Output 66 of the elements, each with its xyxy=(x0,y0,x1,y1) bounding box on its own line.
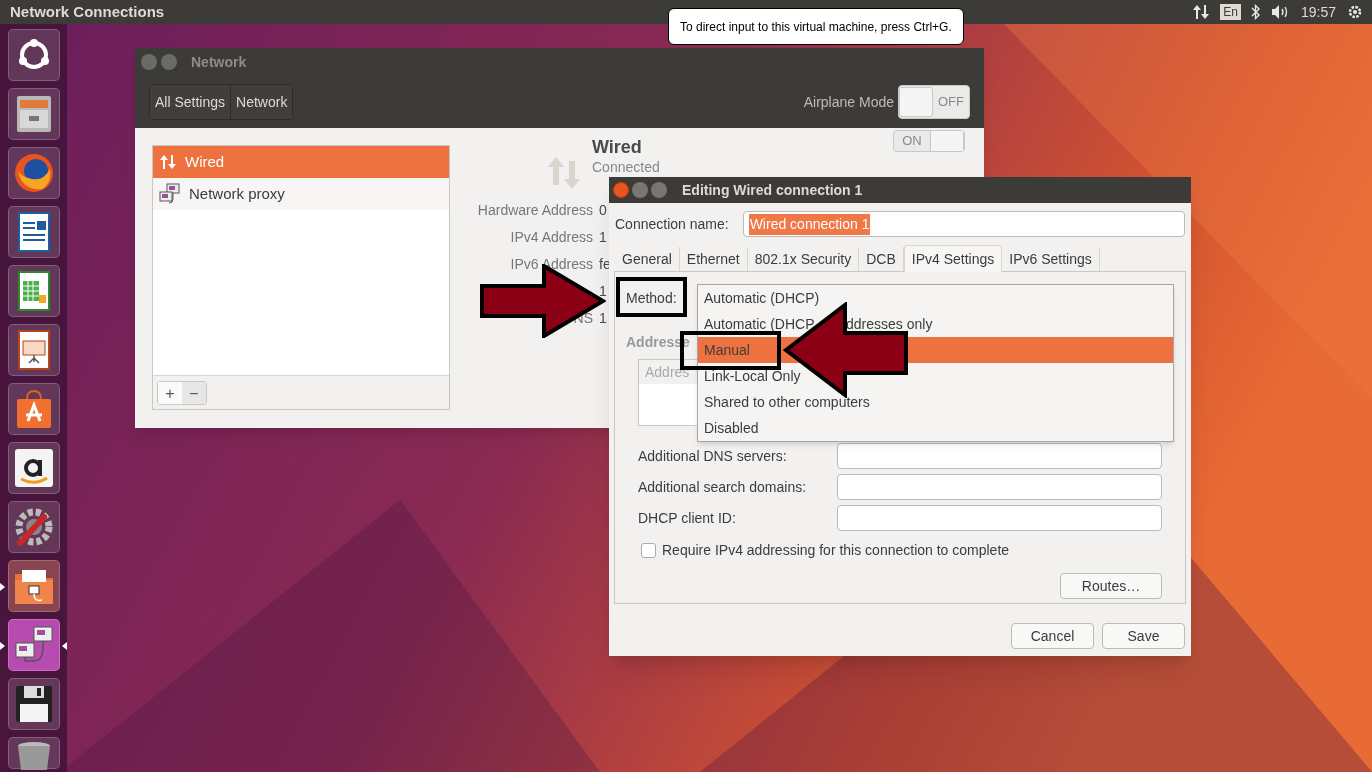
menu-item[interactable]: Link-Local Only xyxy=(698,363,1173,389)
field-label: Connection name: xyxy=(615,214,729,234)
window-title: Editing Wired connection 1 xyxy=(682,180,863,200)
checkbox-label: Require IPv4 addressing for this connection to complete xyxy=(662,541,1010,560)
running-indicator-icon xyxy=(0,583,5,591)
close-button[interactable] xyxy=(613,182,629,198)
detail-value: 1 xyxy=(599,228,607,247)
menu-item[interactable]: Automatic (DHCP) xyxy=(698,285,1173,311)
device-list-item[interactable]: Network proxy xyxy=(153,178,449,210)
tab[interactable]: IPv4 Settings xyxy=(903,245,1003,272)
remove-button[interactable]: − xyxy=(182,381,206,404)
launcher-app-button[interactable] xyxy=(7,619,60,671)
launcher-app-button[interactable] xyxy=(7,501,60,553)
save-button[interactable]: Save xyxy=(1102,623,1185,649)
launcher-app-button[interactable] xyxy=(7,737,60,769)
menu-item[interactable]: Disabled xyxy=(698,415,1173,441)
running-indicator-icon xyxy=(0,642,5,650)
detail-value: 0 xyxy=(599,201,607,220)
airplane-mode-label: Airplane Mode xyxy=(803,92,894,112)
launcher-app-button[interactable] xyxy=(7,678,60,730)
window-title: Network Connections xyxy=(10,1,165,22)
nav-button[interactable]: Network xyxy=(230,85,293,119)
routes-button[interactable]: Routes… xyxy=(1060,573,1162,599)
bluetooth-icon[interactable] xyxy=(1250,4,1261,20)
method-label: Method: xyxy=(626,288,677,308)
window-title: Network xyxy=(191,52,247,72)
clock[interactable]: 19:57 xyxy=(1300,1,1336,23)
launcher-app-button[interactable] xyxy=(7,147,60,199)
focus-indicator-icon xyxy=(62,642,67,650)
launcher-app-button[interactable] xyxy=(7,324,60,376)
checkbox[interactable] xyxy=(641,543,656,558)
network-arrows-icon[interactable] xyxy=(1192,3,1211,21)
field-label: DHCP client ID: xyxy=(638,508,737,528)
tooltip: To direct input to this virtual machine, press Ctrl+G. xyxy=(668,8,964,45)
menu-item[interactable]: Automatic (DHCP ddresses only xyxy=(698,311,1173,337)
input-field[interactable] xyxy=(837,505,1162,531)
up-down-arrows-icon xyxy=(159,153,177,171)
add-button[interactable]: + xyxy=(158,381,182,404)
input-field[interactable] xyxy=(837,443,1162,469)
launcher-app-button[interactable] xyxy=(7,206,60,258)
networked-computers-icon xyxy=(159,183,181,205)
launcher-app-button[interactable] xyxy=(7,29,60,81)
minimize-button[interactable] xyxy=(632,182,648,198)
column-header: Addres xyxy=(645,362,690,382)
launcher-app-button[interactable] xyxy=(7,265,60,317)
launcher-app-button[interactable] xyxy=(7,560,60,612)
keyboard-layout-indicator[interactable]: En xyxy=(1220,4,1241,20)
detail-value: 1 xyxy=(599,309,607,328)
settings-icon[interactable] xyxy=(1346,3,1364,21)
field-label: Additional DNS servers: xyxy=(638,446,788,466)
detail-label: IPv4 Address xyxy=(510,229,593,245)
detail-value: 1 xyxy=(599,282,607,301)
device-name: Wired xyxy=(592,137,643,157)
field-label: Additional search domains: xyxy=(638,477,808,497)
launcher-app-button[interactable] xyxy=(7,88,60,140)
menu-item[interactable]: Shared to other computers xyxy=(698,389,1173,415)
maximize-button[interactable] xyxy=(651,182,667,198)
highlight-frame xyxy=(616,277,687,317)
cancel-button[interactable]: Cancel xyxy=(1011,623,1094,649)
connection-status: Connected xyxy=(592,158,660,177)
nav-button[interactable]: All Settings xyxy=(150,85,231,119)
up-down-arrows-icon xyxy=(546,155,582,191)
input-field[interactable] xyxy=(837,474,1162,500)
launcher-app-button[interactable] xyxy=(7,383,60,435)
launcher-app-button[interactable] xyxy=(7,442,60,494)
detail-label: Hardware Address xyxy=(477,202,593,218)
